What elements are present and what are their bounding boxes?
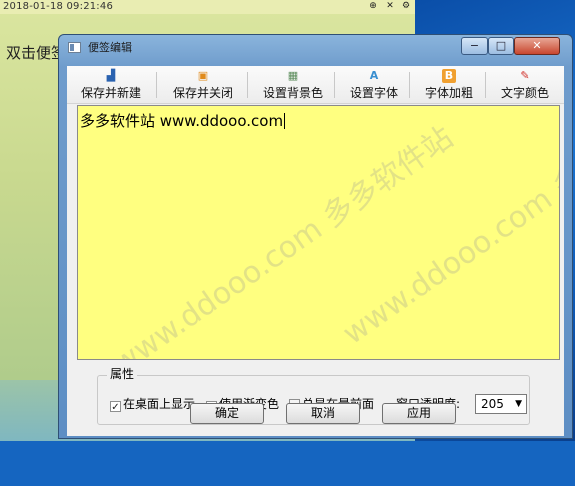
note-edit-dialog: 便签编辑 − □ ✕ ▟ 保存并新建 ▣ 保存并关闭 ▦ 设置背景色 A 设置字… — [58, 34, 573, 439]
save-close-button[interactable]: ▣ 保存并关闭 — [163, 66, 243, 103]
bold-icon: B — [442, 69, 456, 83]
note-editor[interactable]: www.ddooo.com 多多软件站 www.ddooo.com 多多软件站 … — [77, 105, 560, 360]
set-font-button[interactable]: A 设置字体 — [339, 66, 409, 103]
text-caret — [284, 113, 286, 129]
minimize-button[interactable]: − — [461, 37, 488, 55]
save-close-icon: ▣ — [197, 69, 209, 82]
dialog-client: ▟ 保存并新建 ▣ 保存并关闭 ▦ 设置背景色 A 设置字体 B 字体加粗 ✎ … — [67, 66, 564, 436]
note-timestamp: 2018-01-18 09:21:46 — [3, 1, 114, 12]
dialog-title: 便签编辑 — [88, 41, 132, 54]
checkbox-label: 在桌面上显示 — [123, 397, 196, 411]
opacity-select[interactable]: 205 ▼ — [475, 394, 527, 414]
ok-button[interactable]: 确定 — [190, 403, 264, 424]
toolbar-separator — [485, 72, 486, 98]
background-color-icon: ▦ — [287, 69, 299, 82]
bold-button[interactable]: B 字体加粗 — [414, 66, 484, 103]
editor-content[interactable]: 多多软件站 www.ddooo.com — [80, 110, 286, 131]
note-settings-icon[interactable]: ⚙ — [401, 1, 411, 11]
chevron-down-icon[interactable]: ▼ — [515, 395, 522, 413]
toolbar-label: 保存并关闭 — [172, 86, 233, 100]
toolbar-separator — [247, 72, 248, 98]
watermark: www.ddooo.com 多多软件站 — [106, 120, 460, 360]
toolbar-label: 设置背景色 — [262, 86, 323, 100]
save-new-icon: ▟ — [106, 69, 116, 82]
text-color-icon: ✎ — [520, 69, 530, 82]
note-pin-icon[interactable]: ⊕ — [368, 1, 378, 11]
opacity-value: 205 — [481, 397, 504, 411]
font-icon: A — [369, 69, 379, 82]
checkbox-checked-icon[interactable]: ✓ — [110, 401, 121, 413]
note-close-icon[interactable]: ✕ — [385, 1, 395, 11]
text-color-button[interactable]: ✎ 文字颜色 — [490, 66, 560, 103]
toolbar-label: 文字颜色 — [500, 86, 549, 100]
editor-text: 多多软件站 www.ddooo.com — [80, 112, 284, 130]
show-on-desktop-checkbox[interactable]: ✓ 在桌面上显示 — [110, 397, 196, 413]
toolbar-separator — [409, 72, 410, 98]
maximize-button[interactable]: □ — [488, 37, 514, 55]
toolbar-separator — [334, 72, 335, 98]
apply-button[interactable]: 应用 — [382, 403, 456, 424]
app-icon — [68, 42, 81, 53]
properties-group-title: 属性 — [107, 367, 138, 381]
cancel-button[interactable]: 取消 — [286, 403, 360, 424]
toolbar-label: 保存并新建 — [80, 86, 141, 100]
toolbar-label: 设置字体 — [349, 86, 398, 100]
toolbar-separator — [156, 72, 157, 98]
note-text: 双击便签 — [6, 44, 67, 62]
note-header[interactable]: 2018-01-18 09:21:46 ⊕ ✕ ⚙ — [0, 0, 415, 14]
toolbar: ▟ 保存并新建 ▣ 保存并关闭 ▦ 设置背景色 A 设置字体 B 字体加粗 ✎ … — [67, 66, 564, 104]
close-button[interactable]: ✕ — [514, 37, 560, 55]
save-new-button[interactable]: ▟ 保存并新建 — [71, 66, 151, 103]
set-background-button[interactable]: ▦ 设置背景色 — [253, 66, 333, 103]
toolbar-label: 字体加粗 — [424, 86, 473, 100]
